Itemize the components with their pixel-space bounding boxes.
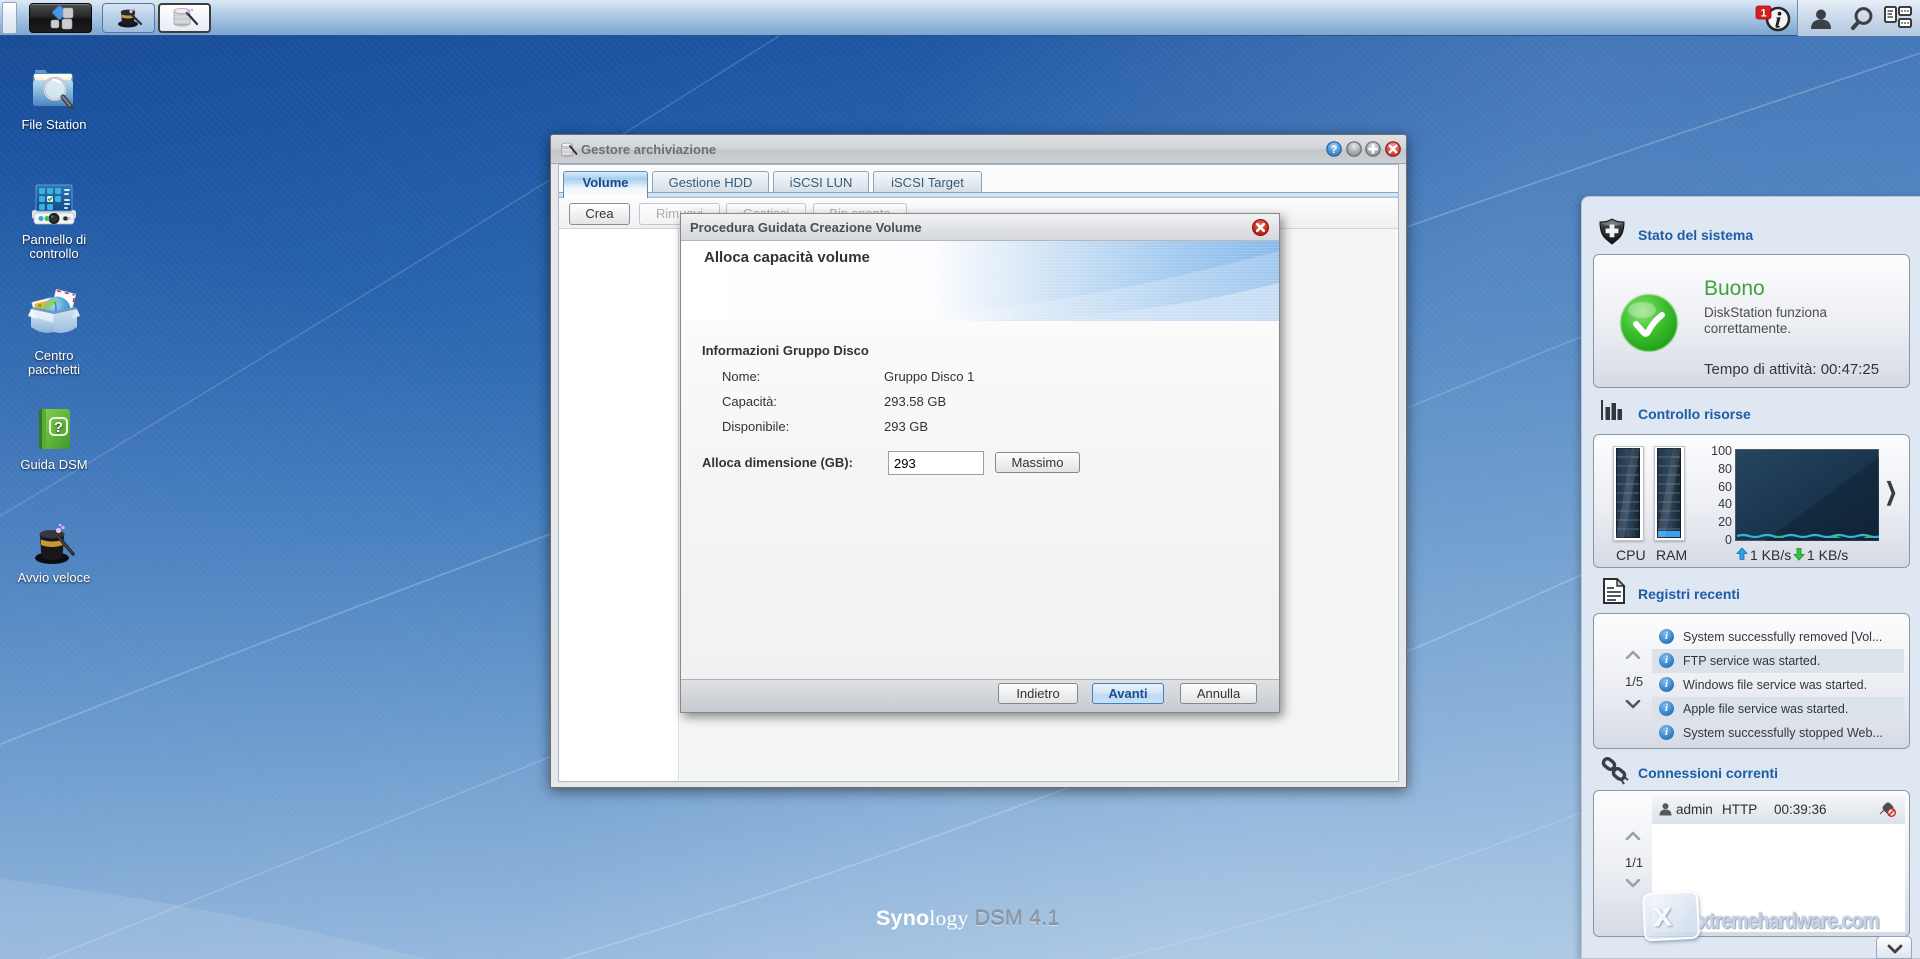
svg-text:1: 1 — [1760, 8, 1766, 20]
svg-text:?: ? — [1331, 144, 1338, 156]
svg-text:?: ? — [54, 419, 63, 436]
